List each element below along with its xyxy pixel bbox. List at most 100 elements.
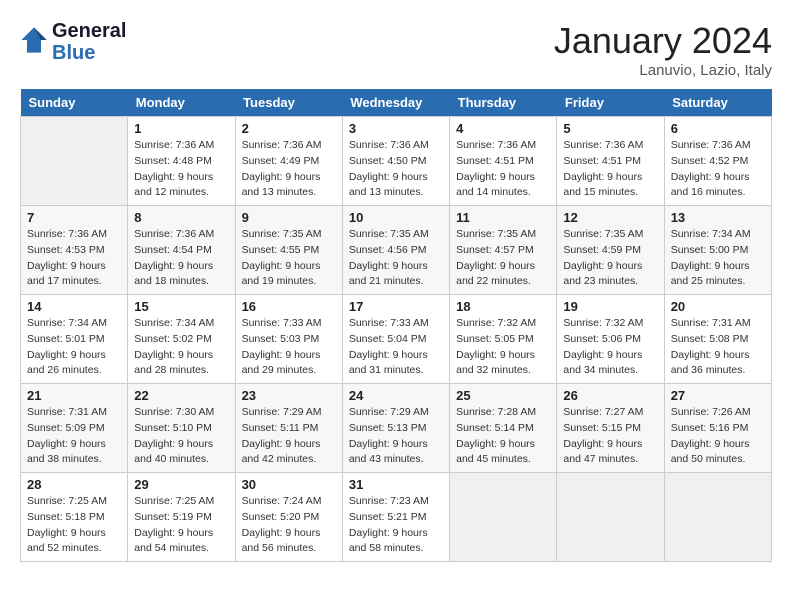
- day-number: 27: [671, 388, 765, 403]
- day-number: 24: [349, 388, 443, 403]
- calendar-cell: 18 Sunrise: 7:32 AMSunset: 5:05 PMDayligh…: [450, 295, 557, 384]
- day-info: Sunrise: 7:35 AMSunset: 4:57 PMDaylight:…: [456, 227, 550, 290]
- day-info: Sunrise: 7:36 AMSunset: 4:53 PMDaylight:…: [27, 227, 121, 290]
- day-number: 25: [456, 388, 550, 403]
- logo-text-blue: Blue: [52, 42, 126, 64]
- day-info: Sunrise: 7:27 AMSunset: 5:15 PMDaylight:…: [563, 405, 657, 468]
- title-section: January 2024 Lanuvio, Lazio, Italy: [554, 20, 772, 79]
- calendar-cell: 3 Sunrise: 7:36 AMSunset: 4:50 PMDaylight…: [342, 117, 449, 206]
- day-info: Sunrise: 7:34 AMSunset: 5:00 PMDaylight:…: [671, 227, 765, 290]
- day-number: 13: [671, 210, 765, 225]
- day-info: Sunrise: 7:29 AMSunset: 5:13 PMDaylight:…: [349, 405, 443, 468]
- day-number: 3: [349, 121, 443, 136]
- calendar-cell: 2 Sunrise: 7:36 AMSunset: 4:49 PMDaylight…: [235, 117, 342, 206]
- day-number: 15: [134, 299, 228, 314]
- day-number: 18: [456, 299, 550, 314]
- weekday-header-sunday: Sunday: [21, 89, 128, 117]
- calendar-cell: 15 Sunrise: 7:34 AMSunset: 5:02 PMDayligh…: [128, 295, 235, 384]
- calendar-cell: 23 Sunrise: 7:29 AMSunset: 5:11 PMDayligh…: [235, 384, 342, 473]
- calendar-cell: 30Sunrise: 7:24 AMSunset: 5:20 PMDayligh…: [235, 473, 342, 562]
- calendar-cell: 11Sunrise: 7:35 AMSunset: 4:57 PMDayligh…: [450, 206, 557, 295]
- calendar-cell: 26 Sunrise: 7:27 AMSunset: 5:15 PMDayligh…: [557, 384, 664, 473]
- calendar-cell: [450, 473, 557, 562]
- day-info: Sunrise: 7:36 AMSunset: 4:50 PMDaylight:…: [349, 138, 443, 201]
- calendar-cell: 10Sunrise: 7:35 AMSunset: 4:56 PMDayligh…: [342, 206, 449, 295]
- day-info: Sunrise: 7:30 AMSunset: 5:10 PMDaylight:…: [134, 405, 228, 468]
- day-number: 7: [27, 210, 121, 225]
- day-number: 17: [349, 299, 443, 314]
- page-header: General Blue January 2024 Lanuvio, Lazio…: [20, 20, 772, 79]
- calendar-cell: 6Sunrise: 7:36 AMSunset: 4:52 PMDaylight…: [664, 117, 771, 206]
- calendar-cell: 4Sunrise: 7:36 AMSunset: 4:51 PMDaylight…: [450, 117, 557, 206]
- calendar-cell: 12 Sunrise: 7:35 AMSunset: 4:59 PMDayligh…: [557, 206, 664, 295]
- day-number: 23: [242, 388, 336, 403]
- calendar-cell: 31 Sunrise: 7:23 AMSunset: 5:21 PMDayligh…: [342, 473, 449, 562]
- weekday-header-monday: Monday: [128, 89, 235, 117]
- calendar-cell: 19 Sunrise: 7:32 AMSunset: 5:06 PMDayligh…: [557, 295, 664, 384]
- day-info: Sunrise: 7:29 AMSunset: 5:11 PMDaylight:…: [242, 405, 336, 468]
- calendar-cell: [21, 117, 128, 206]
- day-info: Sunrise: 7:31 AMSunset: 5:08 PMDaylight:…: [671, 316, 765, 379]
- day-number: 19: [563, 299, 657, 314]
- day-info: Sunrise: 7:32 AMSunset: 5:06 PMDaylight:…: [563, 316, 657, 379]
- day-info: Sunrise: 7:34 AMSunset: 5:01 PMDaylight:…: [27, 316, 121, 379]
- logo-text-general: General: [52, 20, 126, 42]
- calendar-cell: 16 Sunrise: 7:33 AMSunset: 5:03 PMDayligh…: [235, 295, 342, 384]
- day-info: Sunrise: 7:23 AMSunset: 5:21 PMDaylight:…: [349, 494, 443, 557]
- calendar-cell: [664, 473, 771, 562]
- day-number: 22: [134, 388, 228, 403]
- day-number: 31: [349, 477, 443, 492]
- day-info: Sunrise: 7:36 AMSunset: 4:48 PMDaylight:…: [134, 138, 228, 201]
- weekday-header-saturday: Saturday: [664, 89, 771, 117]
- calendar-cell: 20 Sunrise: 7:31 AMSunset: 5:08 PMDayligh…: [664, 295, 771, 384]
- calendar-cell: 25 Sunrise: 7:28 AMSunset: 5:14 PMDayligh…: [450, 384, 557, 473]
- calendar-cell: 8 Sunrise: 7:36 AMSunset: 4:54 PMDaylight…: [128, 206, 235, 295]
- day-number: 14: [27, 299, 121, 314]
- day-number: 4: [456, 121, 550, 136]
- calendar-cell: [557, 473, 664, 562]
- day-number: 8: [134, 210, 228, 225]
- day-info: Sunrise: 7:28 AMSunset: 5:14 PMDaylight:…: [456, 405, 550, 468]
- day-number: 21: [27, 388, 121, 403]
- day-info: Sunrise: 7:25 AMSunset: 5:19 PMDaylight:…: [134, 494, 228, 557]
- logo-icon: [20, 26, 48, 54]
- day-number: 9: [242, 210, 336, 225]
- day-info: Sunrise: 7:36 AMSunset: 4:49 PMDaylight:…: [242, 138, 336, 201]
- location: Lanuvio, Lazio, Italy: [554, 62, 772, 79]
- day-info: Sunrise: 7:33 AMSunset: 5:03 PMDaylight:…: [242, 316, 336, 379]
- calendar-table: SundayMondayTuesdayWednesdayThursdayFrid…: [20, 89, 772, 562]
- logo: General Blue: [20, 20, 126, 64]
- day-number: 2: [242, 121, 336, 136]
- week-row-5: 28Sunrise: 7:25 AMSunset: 5:18 PMDayligh…: [21, 473, 772, 562]
- weekday-header-wednesday: Wednesday: [342, 89, 449, 117]
- day-info: Sunrise: 7:34 AMSunset: 5:02 PMDaylight:…: [134, 316, 228, 379]
- calendar-cell: 13 Sunrise: 7:34 AMSunset: 5:00 PMDayligh…: [664, 206, 771, 295]
- calendar-cell: 24 Sunrise: 7:29 AMSunset: 5:13 PMDayligh…: [342, 384, 449, 473]
- day-info: Sunrise: 7:31 AMSunset: 5:09 PMDaylight:…: [27, 405, 121, 468]
- calendar-cell: 7 Sunrise: 7:36 AMSunset: 4:53 PMDaylight…: [21, 206, 128, 295]
- day-number: 26: [563, 388, 657, 403]
- day-info: Sunrise: 7:36 AMSunset: 4:54 PMDaylight:…: [134, 227, 228, 290]
- day-info: Sunrise: 7:35 AMSunset: 4:59 PMDaylight:…: [563, 227, 657, 290]
- day-info: Sunrise: 7:35 AMSunset: 4:56 PMDaylight:…: [349, 227, 443, 290]
- day-number: 12: [563, 210, 657, 225]
- day-info: Sunrise: 7:36 AMSunset: 4:52 PMDaylight:…: [671, 138, 765, 201]
- day-info: Sunrise: 7:35 AMSunset: 4:55 PMDaylight:…: [242, 227, 336, 290]
- day-number: 1: [134, 121, 228, 136]
- day-info: Sunrise: 7:26 AMSunset: 5:16 PMDaylight:…: [671, 405, 765, 468]
- day-number: 20: [671, 299, 765, 314]
- day-number: 16: [242, 299, 336, 314]
- day-info: Sunrise: 7:32 AMSunset: 5:05 PMDaylight:…: [456, 316, 550, 379]
- calendar-cell: 5Sunrise: 7:36 AMSunset: 4:51 PMDaylight…: [557, 117, 664, 206]
- day-info: Sunrise: 7:24 AMSunset: 5:20 PMDaylight:…: [242, 494, 336, 557]
- calendar-cell: 27 Sunrise: 7:26 AMSunset: 5:16 PMDayligh…: [664, 384, 771, 473]
- day-number: 29: [134, 477, 228, 492]
- day-info: Sunrise: 7:36 AMSunset: 4:51 PMDaylight:…: [563, 138, 657, 201]
- day-number: 28: [27, 477, 121, 492]
- calendar-cell: 1 Sunrise: 7:36 AMSunset: 4:48 PMDaylight…: [128, 117, 235, 206]
- calendar-cell: 21 Sunrise: 7:31 AMSunset: 5:09 PMDayligh…: [21, 384, 128, 473]
- calendar-cell: 14 Sunrise: 7:34 AMSunset: 5:01 PMDayligh…: [21, 295, 128, 384]
- calendar-cell: 9 Sunrise: 7:35 AMSunset: 4:55 PMDaylight…: [235, 206, 342, 295]
- weekday-header-friday: Friday: [557, 89, 664, 117]
- weekday-header-tuesday: Tuesday: [235, 89, 342, 117]
